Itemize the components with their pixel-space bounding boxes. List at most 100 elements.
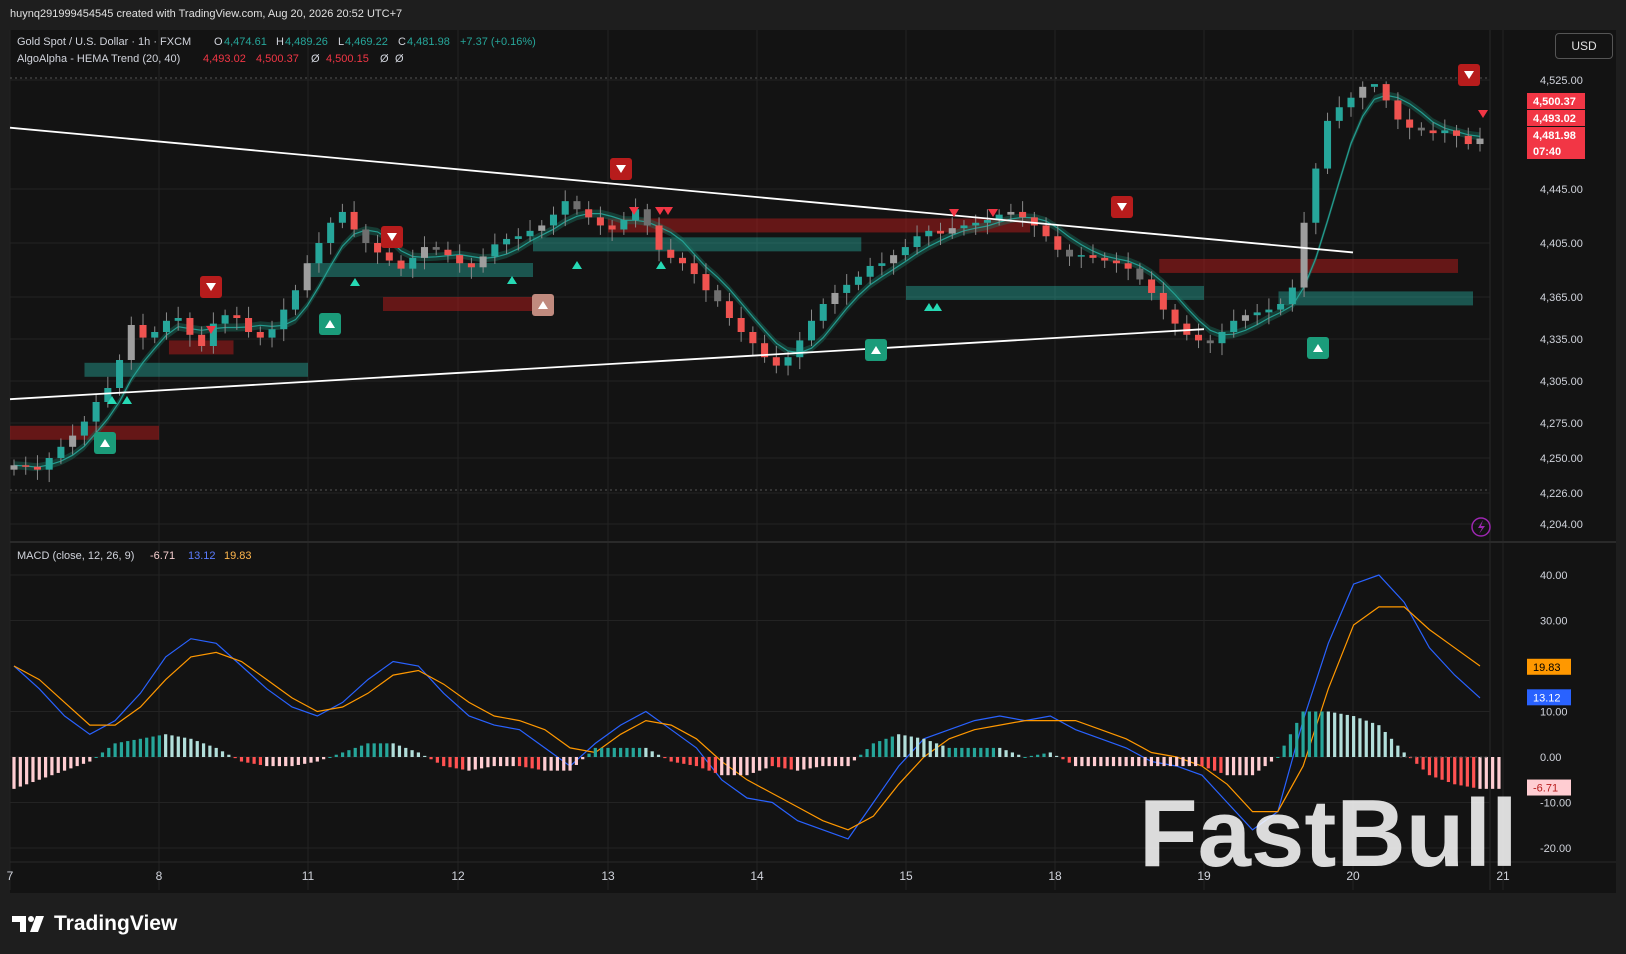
- macd-histogram-bar: [840, 757, 844, 767]
- candle-body: [116, 360, 124, 388]
- macd-histogram-bar: [505, 757, 509, 767]
- candle-body: [362, 229, 370, 243]
- macd-histogram-bar: [372, 743, 376, 757]
- macd-histogram-bar: [922, 738, 926, 757]
- macd-histogram-bar: [1446, 757, 1451, 783]
- candle-body: [1230, 320, 1238, 332]
- macd-histogram-bar: [195, 741, 199, 757]
- macd-histogram-bar: [347, 750, 351, 757]
- macd-histogram-bar: [663, 757, 667, 759]
- small-buy-triangle: [932, 303, 942, 311]
- macd-tag-label: 13.12: [1533, 692, 1561, 704]
- macd-histogram-bar: [941, 745, 945, 757]
- macd-histogram-bar: [846, 757, 850, 767]
- macd-histogram-bar: [1307, 711, 1311, 757]
- macd-histogram-bar: [530, 757, 534, 769]
- macd-histogram-bar: [423, 755, 427, 757]
- candle-body: [925, 230, 933, 237]
- macd-histogram-bar: [1257, 757, 1261, 771]
- candle-body: [198, 334, 206, 346]
- price-tag-label: 4,481.98: [1533, 130, 1576, 142]
- macd-histogram-bar: [454, 757, 458, 769]
- macd-histogram-bar: [1383, 731, 1387, 757]
- macd-histogram-bar: [1326, 711, 1330, 757]
- macd-histogram-bar: [1339, 713, 1343, 757]
- macd-histogram-bar: [770, 757, 774, 767]
- candle-body: [374, 243, 382, 253]
- candle-body: [1464, 135, 1472, 145]
- candle-body: [807, 320, 816, 341]
- macd-histogram-bar: [265, 757, 269, 767]
- macd-histogram-bar: [1181, 757, 1185, 767]
- macd-histogram-bar: [991, 747, 996, 757]
- sell-signal-icon: [610, 158, 632, 180]
- bearish-zone: [1159, 258, 1458, 273]
- sell-signal-icon: [1458, 64, 1480, 86]
- candle-body: [1370, 84, 1378, 87]
- macd-histogram-bar: [1017, 754, 1021, 757]
- price-tag-label: 07:40: [1533, 146, 1561, 158]
- macd-histogram-bar: [1067, 757, 1071, 763]
- macd-histogram-bar: [650, 751, 654, 757]
- macd-histogram-bar: [776, 757, 781, 768]
- macd-histogram-bar: [1004, 750, 1008, 757]
- price-tick-label: 4,275.00: [1540, 418, 1583, 430]
- price-tick-label: 4,335.00: [1540, 334, 1583, 346]
- candle-body: [1195, 334, 1203, 341]
- candle-body: [866, 265, 874, 277]
- time-tick-label: 14: [750, 869, 764, 883]
- macd-histogram-bar: [928, 741, 932, 757]
- macd-histogram-bar: [12, 757, 16, 789]
- price-tick-label: 4,405.00: [1540, 238, 1583, 250]
- candle-body: [350, 211, 358, 230]
- legend-ind-value-3: 4,500.15: [326, 53, 369, 65]
- macd-histogram-bar: [631, 747, 635, 757]
- candle-body: [338, 211, 346, 223]
- tradingview-logo-icon: [12, 916, 44, 932]
- macd-histogram-bar: [391, 743, 395, 757]
- candle-body: [901, 247, 909, 256]
- macd-histogram-bar: [31, 757, 35, 783]
- macd-histogram-bar: [682, 757, 686, 764]
- macd-histogram-bar: [764, 757, 768, 769]
- macd-histogram-bar: [1415, 757, 1419, 764]
- brand-logo[interactable]: TradingView: [12, 912, 177, 936]
- macd-histogram-bar: [170, 735, 174, 757]
- candle-body: [45, 458, 53, 470]
- macd-histogram-bar: [1301, 711, 1305, 757]
- candle-body: [327, 222, 335, 243]
- macd-histogram-bar: [739, 757, 743, 776]
- macd-histogram-bar: [1333, 712, 1337, 757]
- candle-body: [1030, 217, 1038, 226]
- macd-histogram-bar: [903, 735, 907, 757]
- macd-histogram-bar: [1345, 714, 1349, 757]
- chart-svg[interactable]: 4,525.00 4,445.00 4,405.00 4,365.00 4,335.00…: [0, 0, 1626, 954]
- macd-histogram-bar: [1421, 757, 1425, 770]
- macd-histogram-bar: [751, 757, 755, 773]
- candle-body: [819, 304, 827, 321]
- brand-name: TradingView: [54, 912, 178, 935]
- macd-histogram-bar: [1124, 757, 1128, 767]
- candle-body: [268, 329, 276, 338]
- candle-body: [936, 230, 945, 234]
- macd-histogram-bar: [1111, 757, 1116, 767]
- macd-histogram-bar: [1149, 757, 1154, 767]
- lightning-icon[interactable]: [1471, 517, 1491, 537]
- candle-body: [608, 225, 616, 230]
- macd-histogram-bar: [536, 757, 541, 770]
- macd-histogram-bar: [960, 747, 964, 757]
- macd-histogram-bar: [1162, 757, 1166, 767]
- macd-histogram-bar: [303, 757, 307, 764]
- macd-histogram-bar: [909, 736, 913, 757]
- candle-body: [127, 325, 135, 360]
- macd-histogram-bar: [1036, 754, 1040, 757]
- macd-histogram-bar: [378, 743, 383, 757]
- macd-histogram-bar: [859, 754, 863, 757]
- macd-histogram-bar: [707, 757, 711, 771]
- candle-body: [315, 243, 323, 264]
- macd-histogram-bar: [998, 747, 1002, 757]
- price-tag-label: 4,493.02: [1533, 113, 1576, 125]
- candle-body: [573, 201, 581, 210]
- currency-button[interactable]: USD: [1555, 33, 1613, 59]
- macd-histogram-bar: [625, 747, 629, 757]
